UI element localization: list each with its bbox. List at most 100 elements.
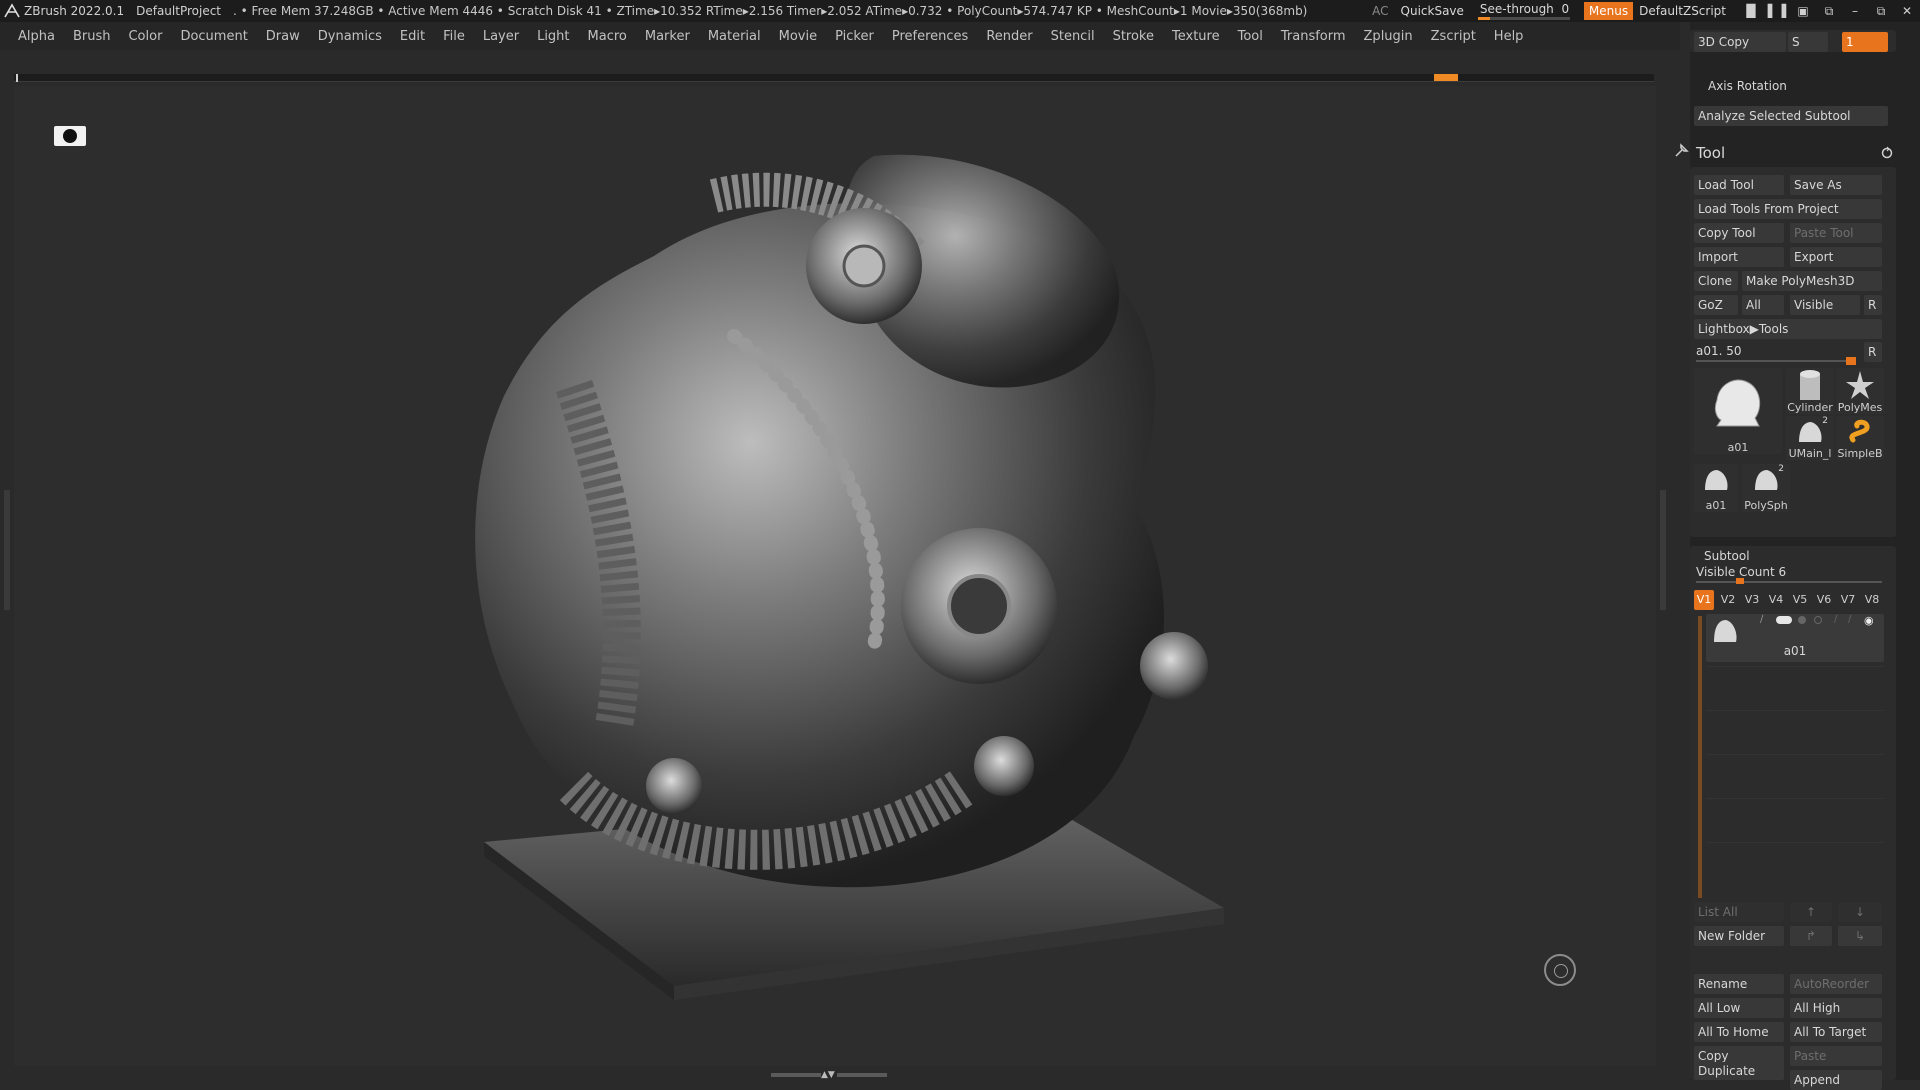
close-icon[interactable]: ✕ — [1894, 4, 1920, 18]
import-button[interactable]: Import — [1694, 247, 1784, 267]
layout-icon-3[interactable]: ▣ — [1790, 4, 1816, 18]
subtool-half-icon[interactable] — [1798, 616, 1806, 624]
new-folder-button[interactable]: New Folder — [1694, 926, 1784, 946]
goz-button[interactable]: GoZ — [1694, 295, 1738, 315]
menu-file[interactable]: File — [443, 29, 465, 44]
subtool-dim-icon-1[interactable] — [1814, 616, 1822, 624]
menu-preferences[interactable]: Preferences — [892, 29, 968, 44]
menu-dynamics[interactable]: Dynamics — [318, 29, 382, 44]
menu-texture[interactable]: Texture — [1172, 29, 1220, 44]
tool-thumb-simpleb[interactable]: SimpleB — [1836, 416, 1884, 460]
visible-count-track[interactable] — [1696, 581, 1882, 583]
current-tool-label[interactable]: a01. 50 — [1696, 344, 1742, 358]
move-up-icon[interactable]: ↑ — [1790, 902, 1832, 922]
subtool-title[interactable]: Subtool — [1704, 549, 1750, 563]
save-as-button[interactable]: Save As — [1790, 175, 1882, 195]
menu-help[interactable]: Help — [1494, 29, 1524, 44]
menu-render[interactable]: Render — [986, 29, 1032, 44]
menu-brush[interactable]: Brush — [73, 29, 111, 44]
tab-v3[interactable]: V3 — [1742, 590, 1762, 610]
menu-stroke[interactable]: Stroke — [1113, 29, 1154, 44]
see-through-slider[interactable]: See-through 0 — [1476, 0, 1572, 22]
menu-tool[interactable]: Tool — [1238, 29, 1263, 44]
left-tray-handle[interactable] — [4, 490, 10, 610]
current-tool-slider-track[interactable] — [1696, 360, 1856, 362]
load-tool-button[interactable]: Load Tool — [1694, 175, 1784, 195]
subtool-eye-icon[interactable]: ◉ — [1864, 614, 1874, 627]
subtool-toggle-icon[interactable] — [1776, 616, 1792, 624]
tool-pin-icon[interactable] — [1672, 142, 1690, 160]
append-button[interactable]: Append — [1790, 1070, 1882, 1090]
layout-icon-2[interactable]: ▌▐ — [1764, 4, 1790, 18]
subtool-row[interactable]: ∕ ∕ ∕ ◉ a01 — [1706, 614, 1884, 662]
folder-out-icon[interactable]: ↳ — [1838, 926, 1882, 946]
menu-edit[interactable]: Edit — [400, 29, 425, 44]
tab-v2[interactable]: V2 — [1718, 590, 1738, 610]
folder-in-icon[interactable]: ↱ — [1790, 926, 1832, 946]
move-down-icon[interactable]: ↓ — [1838, 902, 1882, 922]
tool-thumb-umain[interactable]: 2 UMain_l — [1786, 416, 1834, 460]
menu-color[interactable]: Color — [128, 29, 162, 44]
tool-thumb-polymesh[interactable]: PolyMes — [1836, 368, 1884, 414]
menu-light[interactable]: Light — [537, 29, 569, 44]
menu-marker[interactable]: Marker — [645, 29, 690, 44]
goz-r-button[interactable]: R — [1864, 295, 1882, 315]
tool-thumb-a01[interactable]: a01 — [1694, 464, 1738, 512]
tool-thumb-main[interactable]: a01 — [1694, 368, 1782, 454]
make-polymesh3d-button[interactable]: Make PolyMesh3D — [1742, 271, 1882, 291]
all-low-button[interactable]: All Low — [1694, 998, 1784, 1018]
paste-tool-button[interactable]: Paste Tool — [1790, 223, 1882, 243]
tool-title[interactable]: Tool — [1696, 144, 1725, 162]
autoreorder-button[interactable]: AutoReorder — [1790, 974, 1882, 994]
subtool-dim-icon-3[interactable]: ∕ — [1848, 614, 1851, 625]
menu-picker[interactable]: Picker — [835, 29, 874, 44]
tab-v7[interactable]: V7 — [1838, 590, 1858, 610]
tab-v6[interactable]: V6 — [1814, 590, 1834, 610]
menu-stencil[interactable]: Stencil — [1051, 29, 1095, 44]
copy-tool-button[interactable]: Copy Tool — [1694, 223, 1784, 243]
visible-count-label[interactable]: Visible Count 6 — [1696, 565, 1786, 579]
layout-icon-4[interactable]: ⧉ — [1816, 4, 1842, 19]
tool-reset-icon[interactable] — [1880, 146, 1894, 160]
layout-icon-1[interactable]: ▐▌ — [1738, 4, 1764, 18]
lightbox-tools-button[interactable]: Lightbox▶Tools — [1694, 319, 1882, 339]
menus-button[interactable]: Menus — [1583, 2, 1634, 20]
menu-material[interactable]: Material — [708, 29, 761, 44]
paste-button[interactable]: Paste — [1790, 1046, 1882, 1066]
menu-transform[interactable]: Transform — [1281, 29, 1346, 44]
rename-button[interactable]: Rename — [1694, 974, 1784, 994]
tab-v4[interactable]: V4 — [1766, 590, 1786, 610]
load-tools-from-project-button[interactable]: Load Tools From Project — [1694, 199, 1882, 219]
s-value-field[interactable]: 1 — [1842, 32, 1888, 52]
right-tray-handle[interactable] — [1660, 490, 1666, 610]
menu-draw[interactable]: Draw — [266, 29, 300, 44]
menu-layer[interactable]: Layer — [483, 29, 519, 44]
tab-v8[interactable]: V8 — [1862, 590, 1882, 610]
menu-movie[interactable]: Movie — [779, 29, 817, 44]
axis-rotation-label[interactable]: Axis Rotation — [1708, 79, 1787, 93]
navigation-gizmo-icon[interactable] — [1544, 954, 1576, 986]
all-to-home-button[interactable]: All To Home — [1694, 1022, 1784, 1042]
tab-v1[interactable]: V1 — [1694, 590, 1714, 610]
clone-button[interactable]: Clone — [1694, 271, 1738, 291]
menu-zplugin[interactable]: Zplugin — [1364, 29, 1413, 44]
menu-macro[interactable]: Macro — [588, 29, 627, 44]
bottom-shelf-handle[interactable]: ▲▼ — [771, 1064, 901, 1080]
timeline-ruler[interactable] — [14, 74, 1654, 82]
ac-toggle[interactable]: AC — [1372, 4, 1388, 18]
restore-icon[interactable]: ⧉ — [1868, 4, 1894, 19]
goz-visible-button[interactable]: Visible — [1790, 295, 1860, 315]
s-slider-label[interactable]: S — [1788, 32, 1828, 52]
duplicate-button[interactable]: Duplicate — [1694, 1062, 1784, 1080]
all-to-target-button[interactable]: All To Target — [1790, 1022, 1882, 1042]
export-button[interactable]: Export — [1790, 247, 1882, 267]
quicksave-button[interactable]: QuickSave — [1401, 4, 1464, 18]
menu-zscript[interactable]: Zscript — [1431, 29, 1476, 44]
tab-v5[interactable]: V5 — [1790, 590, 1810, 610]
tool-thumb-polysph[interactable]: 2 PolySph — [1742, 464, 1790, 512]
subtool-brush-icon[interactable]: ∕ — [1760, 614, 1763, 625]
menu-alpha[interactable]: Alpha — [18, 29, 55, 44]
minimize-icon[interactable]: – — [1842, 4, 1868, 18]
current-tool-slider-knob[interactable] — [1846, 357, 1856, 365]
subtool-dim-icon-2[interactable]: ∕ — [1834, 614, 1837, 625]
